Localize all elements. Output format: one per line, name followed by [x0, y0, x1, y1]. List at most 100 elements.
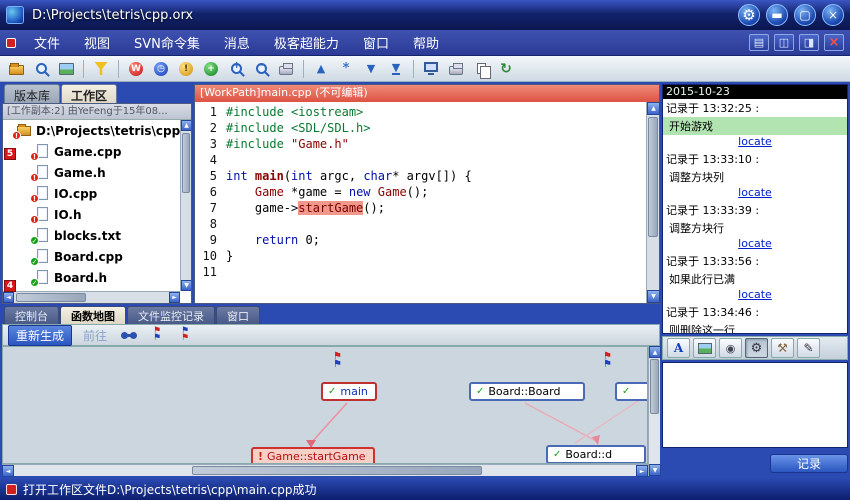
flow-node-board-partial[interactable]: ✓ Board::d — [546, 445, 646, 464]
scroll-up-icon[interactable]: ▲ — [181, 120, 192, 131]
maximize-button[interactable]: ▢ — [794, 4, 816, 26]
funnel-icon — [95, 62, 108, 75]
minimize-button[interactable]: ▬ — [766, 4, 788, 26]
tree-item[interactable]: ! Game.cpp — [3, 141, 180, 162]
status-icon — [6, 484, 17, 495]
print-preview-button[interactable] — [445, 58, 467, 80]
map-vertical-scrollbar[interactable]: ▲ ▼ — [648, 346, 660, 476]
status-add-button[interactable]: + — [200, 58, 222, 80]
zoom-in-button[interactable]: + — [225, 58, 247, 80]
menu-file[interactable]: 文件 — [22, 29, 72, 56]
scroll-thumb[interactable] — [16, 293, 86, 302]
note-input-area[interactable] — [662, 362, 848, 448]
flag-filter-button[interactable]: ⚑⚑ — [174, 324, 196, 346]
tree-item[interactable]: ✓ Board.cpp — [3, 246, 180, 267]
settings-tool-button[interactable]: ⚙ — [745, 338, 768, 358]
flow-node-startgame[interactable]: ! Game::startGame — [251, 447, 375, 464]
map-canvas[interactable]: ⚑⚑ ⚑⚑ ✓ main ✓ Board::Board ✓ ! Game::st… — [2, 346, 648, 464]
find-in-map-button[interactable] — [118, 324, 140, 346]
text-tool-button[interactable]: A — [667, 338, 690, 358]
scroll-down-icon[interactable]: ▼ — [181, 280, 192, 291]
tree-item[interactable]: ! IO.h — [3, 204, 180, 225]
toggle-bottom-panel-icon[interactable]: ◫ — [774, 34, 794, 51]
goto-button[interactable]: 前往 — [78, 326, 112, 345]
edit-tool-button[interactable]: ✎ — [797, 338, 820, 358]
settings-gear-button[interactable]: ⚙ — [738, 4, 760, 26]
status-w-button[interactable]: W — [125, 58, 147, 80]
status-warn-button[interactable]: ! — [175, 58, 197, 80]
scroll-up-icon[interactable]: ▲ — [649, 346, 661, 358]
tab-function-map[interactable]: 函数地图 — [60, 306, 126, 324]
modified-badge-icon: ! — [12, 131, 21, 140]
map-horizontal-scrollbar[interactable]: ◄ ► — [2, 464, 648, 476]
scroll-left-icon[interactable]: ◄ — [2, 465, 14, 477]
scroll-thumb[interactable] — [182, 133, 190, 193]
log-locate-link[interactable]: locate — [663, 237, 847, 252]
flag-marker-button[interactable]: ⚑⚑ — [146, 324, 168, 346]
tools-button[interactable]: ⚒ — [771, 338, 794, 358]
tree-item[interactable]: ! Game.h — [3, 162, 180, 183]
tab-file-monitor-log[interactable]: 文件监控记录 — [127, 306, 215, 324]
log-locate-link[interactable]: locate — [663, 288, 847, 303]
scroll-thumb[interactable] — [648, 117, 658, 237]
tree-horizontal-scrollbar[interactable]: ◄ ► — [3, 291, 180, 303]
flow-node-partial[interactable]: ✓ — [615, 382, 648, 401]
search-button[interactable] — [30, 58, 52, 80]
scroll-left-icon[interactable]: ◄ — [3, 292, 14, 303]
close-button[interactable]: × — [822, 4, 844, 26]
print-button[interactable] — [275, 58, 297, 80]
menu-window[interactable]: 窗口 — [351, 29, 401, 56]
flow-node-main[interactable]: ✓ main — [321, 382, 377, 401]
tree-item[interactable]: ! IO.cpp — [3, 183, 180, 204]
menu-geek-power[interactable]: 极客超能力 — [262, 29, 351, 56]
log-locate-link[interactable]: locate — [663, 186, 847, 201]
tab-repository[interactable]: 版本库 — [4, 84, 60, 103]
copy-pages-button[interactable] — [470, 58, 492, 80]
tree-item[interactable]: ✓ Board.h — [3, 267, 180, 288]
go-bottom-button[interactable]: ▼ — [385, 58, 407, 80]
menu-help[interactable]: 帮助 — [401, 29, 451, 56]
toggle-right-panel-icon[interactable]: ◨ — [799, 34, 819, 51]
menu-view[interactable]: 视图 — [72, 29, 122, 56]
capture-tool-button[interactable]: ◉ — [719, 338, 742, 358]
scroll-down-icon[interactable]: ▼ — [649, 464, 661, 476]
zoom-out-icon: − — [256, 63, 267, 74]
toggle-left-panel-icon[interactable]: ▤ — [749, 34, 769, 51]
code-lines[interactable]: 1#include <iostream>2#include <SDL/SDL.h… — [195, 102, 646, 303]
scroll-up-icon[interactable]: ▲ — [647, 102, 660, 115]
go-up-button[interactable]: ▲ — [310, 58, 332, 80]
freeze-button[interactable]: * — [335, 58, 357, 80]
image-tool-button[interactable] — [693, 338, 716, 358]
scroll-right-icon[interactable]: ► — [169, 292, 180, 303]
menu-messages[interactable]: 消息 — [212, 29, 262, 56]
editor-vertical-scrollbar[interactable]: ▲ ▼ — [646, 102, 659, 303]
flow-node-board-board[interactable]: ✓ Board::Board — [469, 382, 585, 401]
zoom-out-button[interactable]: − — [250, 58, 272, 80]
menu-svn-commands[interactable]: SVN命令集 — [122, 29, 212, 56]
open-workspace-button[interactable] — [5, 58, 27, 80]
monitor-button[interactable] — [420, 58, 442, 80]
image-view-button[interactable] — [55, 58, 77, 80]
scroll-thumb[interactable] — [192, 466, 482, 475]
file-name: Board.h — [54, 271, 107, 285]
tab-window[interactable]: 窗口 — [216, 306, 260, 324]
menu-badge-icon — [6, 38, 16, 48]
snowflake-icon: * — [343, 61, 350, 76]
tree-item-root[interactable]: ! D:\Projects\tetris\cpp — [3, 120, 180, 141]
tree-vertical-scrollbar[interactable]: ▲ ▼ — [180, 120, 191, 291]
tree-item[interactable]: ✓ blocks.txt — [3, 225, 180, 246]
filter-button[interactable] — [90, 58, 112, 80]
close-document-icon[interactable]: × — [824, 34, 844, 51]
go-down-button[interactable]: ▼ — [360, 58, 382, 80]
regenerate-button[interactable]: 重新生成 — [8, 325, 72, 346]
tab-console[interactable]: 控制台 — [4, 306, 59, 324]
close-icon: × — [828, 9, 838, 21]
scroll-thumb[interactable] — [650, 359, 659, 414]
scroll-down-icon[interactable]: ▼ — [647, 290, 660, 303]
scroll-right-icon[interactable]: ► — [636, 465, 648, 477]
refresh-button[interactable]: ↻ — [495, 58, 517, 80]
status-time-button[interactable]: ◷ — [150, 58, 172, 80]
record-button[interactable]: 记录 — [770, 454, 848, 473]
tab-workspace[interactable]: 工作区 — [61, 84, 117, 103]
log-locate-link[interactable]: locate — [663, 135, 847, 150]
